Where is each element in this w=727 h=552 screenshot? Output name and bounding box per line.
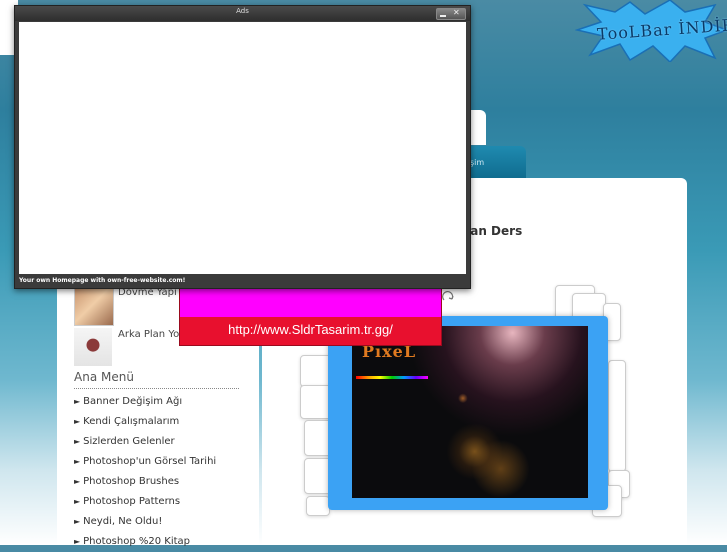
main-menu: ► Banner Değişim Ağı ► Kendi Çalışmalarım … <box>74 392 216 552</box>
menu-item[interactable]: ► Kendi Çalışmalarım <box>74 412 216 432</box>
banner-ad[interactable]: http://www.SldrTasarim.tr.gg/ <box>179 287 442 346</box>
thumbnail-link[interactable]: Arka Plan Yol <box>118 329 182 340</box>
ads-popup-window[interactable]: Ads ✕ Your own Homepage with own-free-we… <box>14 5 471 289</box>
ads-window-title: Ads <box>236 7 249 15</box>
ads-content-area[interactable] <box>19 22 466 274</box>
slide-card <box>608 360 626 472</box>
arrow-right-icon: ► <box>74 457 81 466</box>
menu-item[interactable]: ► Neydi, Ne Oldu! <box>74 512 216 532</box>
refresh-icon <box>442 291 454 301</box>
ads-footer-link[interactable]: Your own Homepage with own-free-website.… <box>19 277 185 284</box>
ads-window-titlebar[interactable]: Ads ✕ <box>15 6 470 21</box>
arrow-right-icon: ► <box>74 497 81 506</box>
menu-item[interactable]: ► Photoshop Brushes <box>74 472 216 492</box>
menu-item[interactable]: ► Sizlerden Gelenler <box>74 432 216 452</box>
close-icon[interactable]: ✕ <box>453 8 460 18</box>
menu-divider <box>74 388 239 389</box>
arrow-right-icon: ► <box>74 477 81 486</box>
menu-item[interactable]: ► Banner Değişim Ağı <box>74 392 216 412</box>
arrow-right-icon: ► <box>74 517 81 526</box>
menu-item[interactable]: ► Photoshop %20 Kitap <box>74 532 216 552</box>
thumbnail-image[interactable] <box>74 328 112 366</box>
minimize-icon[interactable] <box>440 15 446 17</box>
slide-card <box>306 496 330 516</box>
menu-item[interactable]: ► Photoshop'un Görsel Tarihi <box>74 452 216 472</box>
banner-top-band <box>180 288 441 317</box>
banner-url-text[interactable]: http://www.SldrTasarim.tr.gg/ <box>180 322 441 337</box>
arrow-right-icon: ► <box>74 437 81 446</box>
thumbnail-image[interactable] <box>74 288 114 326</box>
menu-title: Ana Menü <box>74 370 134 384</box>
arrow-right-icon: ► <box>74 397 81 406</box>
window-controls: ✕ <box>436 8 466 20</box>
menu-item[interactable]: ► Photoshop Patterns <box>74 492 216 512</box>
main-heading: ılan Ders <box>462 224 523 238</box>
arrow-right-icon: ► <box>74 417 81 426</box>
background-tab-label: şim <box>470 158 485 167</box>
rainbow-bar <box>356 376 428 379</box>
